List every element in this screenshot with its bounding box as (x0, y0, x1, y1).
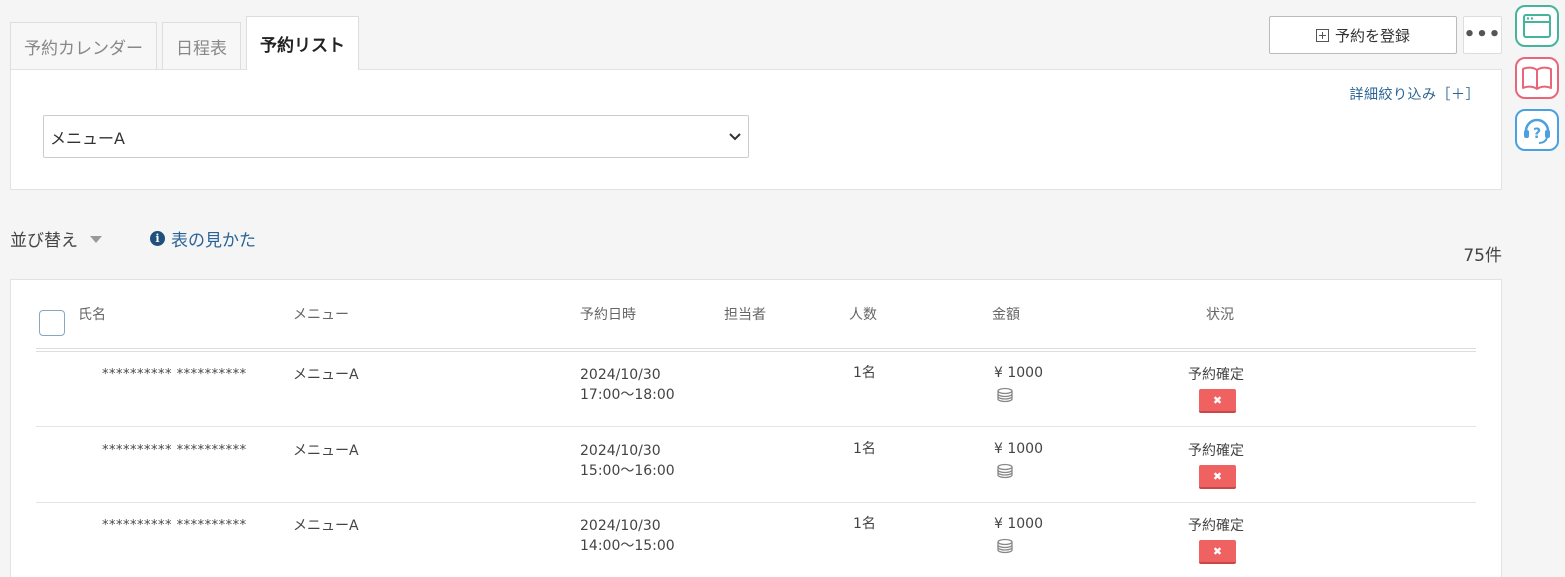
menu-select-value: メニューA (50, 128, 125, 148)
row-status: 予約確定 (1188, 367, 1244, 383)
tab-reservation-calendar[interactable]: 予約カレンダー (10, 22, 157, 70)
row-menu: メニューA (293, 518, 359, 534)
row-datetime: 2024/10/30 15:00～16:00 (580, 441, 675, 481)
info-icon: i (150, 231, 165, 246)
caret-down-icon (90, 236, 102, 243)
header-name[interactable]: 氏名 (78, 304, 106, 324)
table-row[interactable]: ********** ********** メニューA 2024/10/30 1… (36, 351, 1476, 427)
cancel-reservation-button[interactable]: ✖ (1199, 540, 1236, 564)
tab-reservation-list[interactable]: 予約リスト (246, 16, 359, 70)
header-menu[interactable]: メニュー (293, 304, 349, 324)
row-time: 14:00～15:00 (580, 538, 675, 554)
reservation-table: 氏名 メニュー 予約日時 担当者 人数 金額 状況 ********** ***… (10, 279, 1502, 577)
coins-icon (997, 387, 1013, 403)
header-datetime[interactable]: 予約日時 (580, 304, 636, 324)
coins-icon (997, 463, 1013, 479)
header-staff[interactable]: 担当者 (724, 304, 766, 324)
sort-label: 並び替え (10, 231, 78, 251)
header-people[interactable]: 人数 (849, 304, 877, 324)
register-reservation-label: 予約を登録 (1334, 26, 1410, 45)
coins-icon (997, 538, 1013, 554)
select-all-checkbox[interactable] (39, 310, 65, 336)
table-row[interactable]: ********** ********** メニューA 2024/10/30 1… (36, 502, 1476, 577)
menu-select[interactable]: メニューA (43, 115, 749, 158)
customer-name[interactable]: ********** ********** (102, 441, 247, 461)
row-date: 2024/10/30 (580, 443, 661, 459)
sort-dropdown[interactable]: 並び替え (10, 226, 102, 251)
cancel-reservation-button[interactable]: ✖ (1199, 465, 1236, 489)
side-manual-button[interactable] (1515, 57, 1559, 99)
customer-name[interactable]: ********** ********** (102, 365, 247, 385)
row-people: 1名 (853, 516, 876, 532)
tab-schedule[interactable]: 日程表 (162, 22, 241, 70)
row-people: 1名 (853, 441, 876, 457)
register-reservation-button[interactable]: 予約を登録 (1269, 16, 1457, 54)
result-count: 75件 (1463, 246, 1502, 266)
header-amount[interactable]: 金額 (992, 304, 1020, 324)
header-status[interactable]: 状況 (1206, 304, 1234, 324)
more-options-button[interactable]: ••• (1463, 16, 1502, 54)
close-icon: ✖ (1212, 469, 1223, 483)
book-icon (1522, 66, 1552, 90)
close-icon: ✖ (1212, 544, 1223, 558)
row-status: 予約確定 (1188, 443, 1244, 459)
row-datetime: 2024/10/30 17:00～18:00 (580, 365, 675, 405)
plus-square-icon (1315, 28, 1329, 42)
more-dots-icon: ••• (1463, 24, 1502, 45)
filter-panel: 詳細絞り込み［＋］ メニューA (10, 69, 1502, 190)
table-guide-link[interactable]: i 表の見かた (150, 226, 256, 251)
table-row[interactable]: ********** ********** メニューA 2024/10/30 1… (36, 427, 1476, 503)
row-datetime: 2024/10/30 14:00～15:00 (580, 516, 675, 556)
row-status: 予約確定 (1188, 518, 1244, 534)
side-help-button[interactable]: ? (1515, 109, 1559, 151)
row-time: 15:00～16:00 (580, 463, 675, 479)
row-people: 1名 (853, 365, 876, 381)
row-amount: ¥ 1000 (994, 365, 1043, 381)
tab-bar: 予約カレンダー 日程表 予約リスト (10, 16, 359, 70)
help-headset-icon: ? (1524, 118, 1550, 144)
row-date: 2024/10/30 (580, 518, 661, 534)
row-date: 2024/10/30 (580, 367, 661, 383)
row-time: 17:00～18:00 (580, 387, 675, 403)
svg-text:?: ? (1533, 126, 1541, 142)
row-menu: メニューA (293, 443, 359, 459)
chevron-down-icon (729, 133, 741, 141)
detail-filter-link[interactable]: 詳細絞り込み［＋］ (1350, 84, 1481, 104)
cancel-reservation-button[interactable]: ✖ (1199, 389, 1236, 413)
calendar-window-icon (1523, 14, 1551, 38)
close-icon: ✖ (1212, 393, 1223, 407)
row-menu: メニューA (293, 367, 359, 383)
customer-name[interactable]: ********** ********** (102, 516, 247, 536)
row-amount: ¥ 1000 (994, 441, 1043, 457)
row-amount: ¥ 1000 (994, 516, 1043, 532)
table-guide-label: 表の見かた (171, 231, 256, 251)
side-calendar-button[interactable] (1515, 5, 1559, 47)
